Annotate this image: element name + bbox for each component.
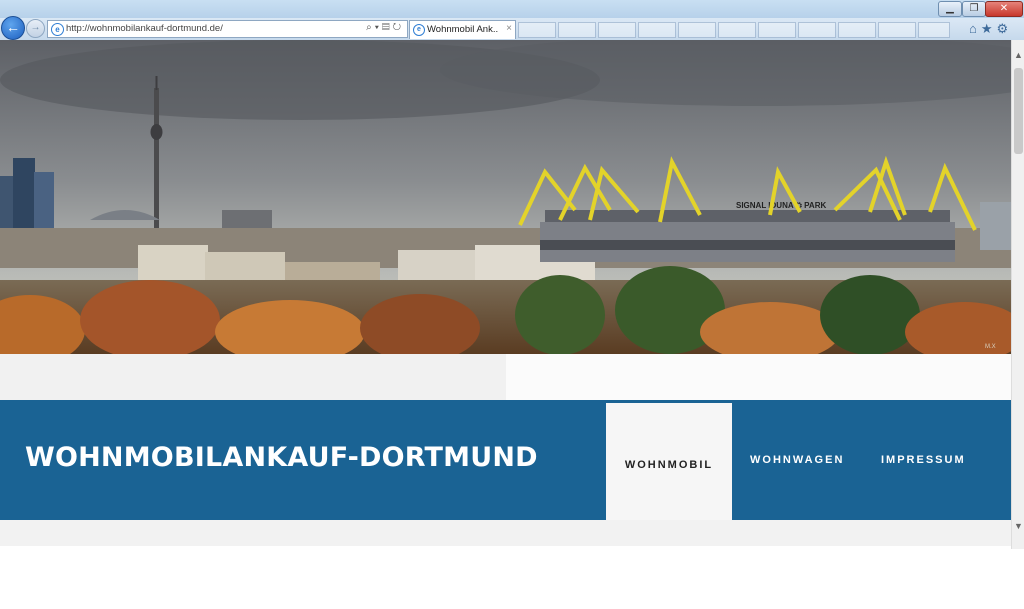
browser-navigation-bar: ← → e http://wohnmobilankauf-dortmund.de…: [0, 16, 1024, 41]
close-window-button[interactable]: ✕: [985, 1, 1023, 17]
minimize-button[interactable]: ▁: [938, 1, 962, 17]
refresh-icon[interactable]: ↻: [393, 22, 404, 33]
nav-item-label: WOHNMOBIL: [624, 459, 714, 471]
background-tab[interactable]: [598, 22, 636, 38]
evergreen-tree: [820, 275, 920, 354]
dropdown-icon[interactable]: ▾: [375, 22, 382, 33]
tab-ie-icon: e: [413, 24, 425, 36]
address-bar-tools[interactable]: ⌕▾▤↻: [366, 22, 404, 33]
tv-tower-head: [150, 124, 163, 140]
nav-item-wohnwagen[interactable]: WOHNWAGEN: [732, 400, 862, 520]
nav-item-wohnmobil[interactable]: WOHNMOBIL: [606, 400, 732, 520]
tv-tower-shaft: [154, 88, 159, 228]
scrollbar-thumb[interactable]: [1014, 68, 1023, 154]
nav-item-label: IMPRESSUM: [881, 454, 966, 466]
search-icon[interactable]: ⌕: [366, 22, 375, 33]
content-area: [0, 546, 1011, 609]
stadium-stand-lower: [540, 240, 955, 250]
spacer-band: [0, 354, 1011, 400]
background-tab[interactable]: [518, 22, 556, 38]
web-page: SIGNAL IDUNA ⛭ PARK M.X WOHNMOBILANKAUF-…: [0, 40, 1011, 609]
stadium-roof: [545, 210, 950, 222]
spacer-band-left: [0, 354, 506, 400]
nav-item-impressum[interactable]: IMPRESSUM: [862, 400, 992, 520]
photo-watermark: M.X: [985, 344, 996, 350]
tab-title: Wohnmobil Ank...: [427, 24, 499, 35]
nav-item-label: WOHNWAGEN: [750, 454, 845, 466]
background-tab[interactable]: [678, 22, 716, 38]
browser-toolbar-icons: ⌂★⚙: [969, 21, 1012, 37]
background-tab[interactable]: [878, 22, 916, 38]
site-header: WOHNMOBILANKAUF-DORTMUND WOHNMOBIL WOHNW…: [0, 400, 1011, 520]
back-icon[interactable]: ←: [1, 16, 25, 40]
vertical-scrollbar[interactable]: ▲ ▼: [1011, 40, 1024, 549]
home-icon[interactable]: ⌂: [969, 21, 981, 36]
background-tab[interactable]: [638, 22, 676, 38]
address-url[interactable]: http://wohnmobilankauf-dortmund.de/: [66, 23, 223, 34]
background-tab[interactable]: [918, 22, 950, 38]
forward-icon[interactable]: →: [26, 19, 45, 38]
stadium-sign: SIGNAL IDUNA ⛭ PARK: [736, 201, 826, 210]
content-top-band: [0, 520, 1011, 546]
compatibility-icon[interactable]: ▤: [382, 22, 393, 33]
address-bar[interactable]: e http://wohnmobilankauf-dortmund.de/ ⌕▾…: [47, 20, 408, 38]
background-tab[interactable]: [758, 22, 796, 38]
browser-tab-active[interactable]: e Wohnmobil Ank... ×: [409, 20, 516, 39]
background-tab[interactable]: [558, 22, 596, 38]
skyscraper: [13, 158, 35, 238]
skyscraper: [0, 176, 14, 236]
background-tab[interactable]: [718, 22, 756, 38]
background-tab[interactable]: [838, 22, 876, 38]
scroll-down-icon[interactable]: ▼: [1013, 521, 1024, 531]
tab-close-icon[interactable]: ×: [506, 23, 512, 34]
hero-image-dortmund-skyline: SIGNAL IDUNA ⛭ PARK M.X: [0, 40, 1011, 354]
spacer-band-right: [506, 354, 1011, 400]
settings-gear-icon[interactable]: ⚙: [997, 21, 1013, 36]
window-title-bar: ▁ ❐ ✕: [0, 0, 1024, 18]
background-tab[interactable]: [798, 22, 836, 38]
building: [980, 202, 1011, 250]
evergreen-tree: [515, 275, 605, 354]
maximize-button[interactable]: ❐: [962, 1, 986, 17]
ie-logo-icon: e: [51, 23, 64, 36]
scroll-up-icon[interactable]: ▲: [1013, 50, 1024, 60]
building: [138, 245, 208, 285]
favorites-star-icon[interactable]: ★: [981, 21, 997, 36]
site-title[interactable]: WOHNMOBILANKAUF-DORTMUND: [25, 442, 538, 473]
